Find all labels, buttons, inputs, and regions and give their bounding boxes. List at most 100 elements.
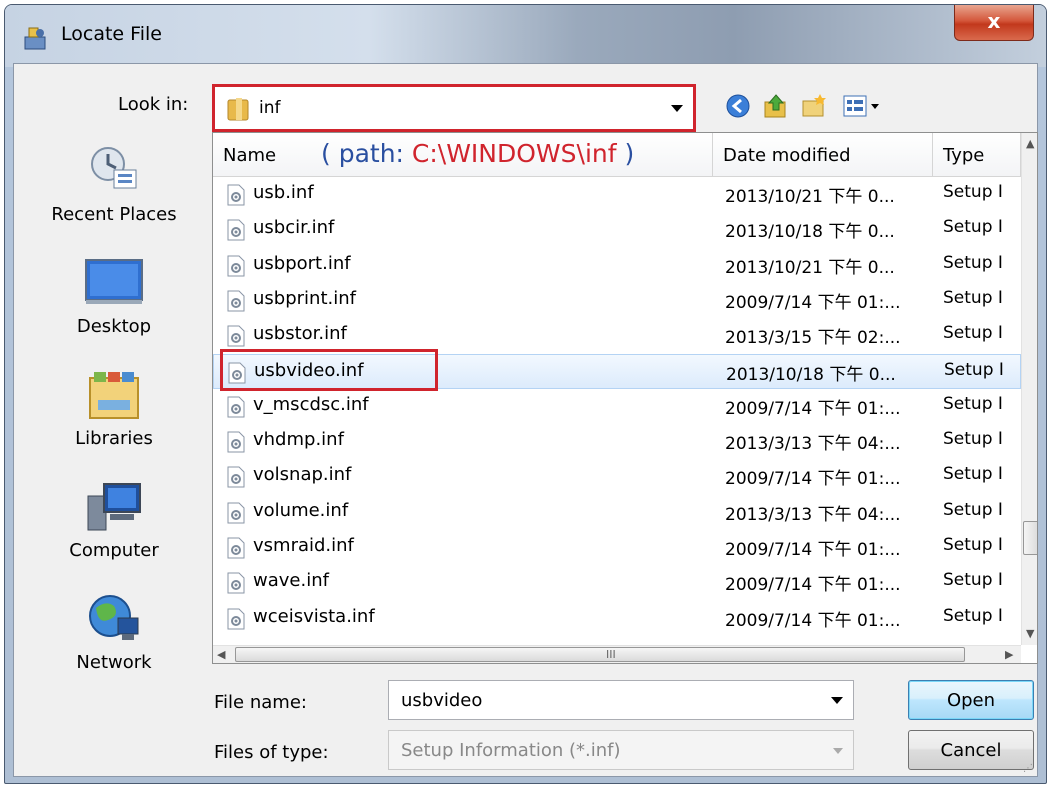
vertical-scrollbar[interactable]: ▲ ▼	[1021, 133, 1037, 645]
path-annotation-prefix: ( path:	[321, 139, 412, 168]
file-type: Setup I	[943, 323, 1003, 344]
look-in-label: Look in:	[118, 94, 189, 115]
file-name: vhdmp.inf	[253, 429, 344, 451]
back-icon[interactable]	[724, 92, 752, 120]
look-in-value: inf	[259, 98, 281, 118]
scroll-down-icon[interactable]: ▼	[1026, 627, 1034, 640]
column-header-row: Name Date modified Type ( path: C:\WINDO…	[213, 133, 1021, 177]
file-type: Setup I	[943, 499, 1003, 520]
resize-grip-icon[interactable]: ⋰	[1023, 763, 1033, 774]
computer-icon	[84, 478, 144, 534]
column-type-label: Type	[943, 145, 985, 166]
view-menu-icon[interactable]	[842, 92, 882, 120]
file-type: Setup I	[943, 393, 1003, 414]
setup-file-icon	[227, 466, 245, 488]
file-row[interactable]: v_mscdsc.inf 2009/7/14 下午 01:... Setup I	[213, 389, 1021, 424]
file-row[interactable]: usbstor.inf 2013/3/15 下午 02:... Setup I	[213, 318, 1021, 353]
file-name: usbstor.inf	[253, 323, 347, 345]
file-name: wceisvista.inf	[253, 605, 375, 627]
highlight-box	[220, 349, 438, 391]
scroll-right-icon[interactable]: ▶	[1005, 648, 1013, 661]
setup-file-icon	[227, 325, 245, 347]
file-list[interactable]: Name Date modified Type ( path: C:\WINDO…	[212, 132, 1038, 664]
up-folder-icon[interactable]	[762, 92, 790, 120]
column-header-type[interactable]: Type	[933, 133, 1021, 177]
file-type: Setup I	[943, 535, 1003, 555]
title-bar[interactable]: Locate File x	[5, 5, 1046, 67]
path-annotation-path: C:\WINDOWS\inf	[411, 139, 617, 168]
place-label: Computer	[69, 540, 159, 561]
file-date: 2013/10/18 下午 0...	[725, 222, 895, 243]
file-name: usbport.inf	[253, 252, 351, 274]
horizontal-scroll-thumb[interactable]: III	[235, 647, 965, 662]
file-date: 2013/10/21 下午 0...	[725, 187, 895, 207]
file-row[interactable]: vsmraid.inf 2009/7/14 下午 01:... Setup I	[213, 530, 1021, 565]
place-computer[interactable]: Computer	[24, 478, 204, 561]
file-type-label: Files of type:	[214, 742, 329, 763]
file-row[interactable]: usbcir.inf 2013/10/18 下午 0... Setup I	[213, 212, 1021, 247]
file-date: 2009/7/14 下午 01:...	[725, 398, 901, 419]
file-date: 2009/7/14 下午 01:...	[725, 575, 901, 596]
file-type: Setup I	[943, 182, 1003, 202]
open-button[interactable]: Open	[908, 680, 1034, 720]
folder-icon	[227, 98, 249, 121]
file-date: 2013/3/15 下午 02:...	[725, 328, 901, 349]
file-row[interactable]: volume.inf 2013/3/13 下午 04:... Setup I	[213, 495, 1021, 530]
horizontal-scrollbar[interactable]: ◀ III ▶	[213, 645, 1021, 663]
network-icon	[84, 590, 144, 646]
file-row[interactable]: wave.inf 2009/7/14 下午 01:... Setup I	[213, 565, 1021, 600]
file-row[interactable]: volsnap.inf 2009/7/14 下午 01:... Setup I	[213, 459, 1021, 494]
file-name: volsnap.inf	[253, 464, 352, 486]
file-row[interactable]: wceisvista.inf 2009/7/14 下午 01:... Setup I	[213, 601, 1021, 636]
place-label: Network	[76, 652, 152, 673]
vertical-scroll-thumb[interactable]	[1023, 521, 1037, 555]
file-type: Setup I	[943, 287, 1003, 308]
scroll-up-icon[interactable]: ▲	[1026, 137, 1034, 150]
dialog-title: Locate File	[61, 23, 162, 45]
file-name: usbcir.inf	[253, 217, 335, 239]
place-desktop[interactable]: Desktop	[24, 254, 204, 337]
file-row[interactable]: usb.inf 2013/10/21 下午 0... Setup I	[213, 177, 1021, 212]
place-network[interactable]: Network	[24, 590, 204, 673]
file-row[interactable]: usbport.inf 2013/10/21 下午 0... Setup I	[213, 248, 1021, 283]
setup-file-icon	[227, 537, 245, 559]
file-type: Setup I	[943, 570, 1003, 591]
chevron-down-icon[interactable]	[831, 697, 843, 704]
file-type-dropdown[interactable]: Setup Information (*.inf)	[388, 730, 854, 770]
setup-file-icon	[227, 219, 245, 241]
place-label: Libraries	[75, 428, 153, 449]
path-annotation: ( path: C:\WINDOWS\inf )	[321, 139, 634, 168]
file-date: 2009/7/14 下午 01:...	[725, 540, 901, 560]
file-name-field[interactable]: usbvideo	[388, 680, 854, 720]
locate-file-dialog: Locate File x Look in: inf Recent Places…	[4, 4, 1047, 784]
desktop-icon	[84, 254, 144, 310]
app-icon	[24, 27, 46, 50]
new-folder-icon[interactable]	[800, 92, 828, 120]
file-name: usbprint.inf	[253, 287, 356, 309]
setup-file-icon	[227, 255, 245, 277]
scroll-left-icon[interactable]: ◀	[217, 648, 225, 661]
place-recent-places[interactable]: Recent Places	[24, 142, 204, 225]
close-icon: x	[987, 9, 1001, 33]
setup-file-icon	[227, 396, 245, 418]
close-button[interactable]: x	[954, 5, 1034, 41]
path-annotation-suffix: )	[616, 139, 635, 168]
file-date: 2009/7/14 下午 01:...	[725, 610, 901, 631]
column-header-date[interactable]: Date modified	[713, 133, 933, 177]
place-libraries[interactable]: Libraries	[24, 366, 204, 449]
setup-file-icon	[227, 608, 245, 630]
cancel-button[interactable]: Cancel	[908, 730, 1034, 770]
file-row[interactable]: usbprint.inf 2009/7/14 下午 01:... Setup I	[213, 283, 1021, 318]
file-date: 2013/10/21 下午 0...	[725, 257, 895, 278]
look-in-dropdown[interactable]: inf	[212, 84, 696, 132]
file-date: 2009/7/14 下午 01:...	[725, 292, 901, 313]
file-name-value: usbvideo	[401, 690, 483, 711]
column-name-label: Name	[223, 145, 277, 166]
setup-file-icon	[227, 502, 245, 524]
file-type-value: Setup Information (*.inf)	[401, 740, 621, 761]
file-row[interactable]: vhdmp.inf 2013/3/13 下午 04:... Setup I	[213, 424, 1021, 459]
file-type: Setup I	[943, 429, 1003, 450]
file-name: vsmraid.inf	[253, 535, 354, 556]
setup-file-icon	[227, 572, 245, 594]
setup-file-icon	[227, 184, 245, 206]
